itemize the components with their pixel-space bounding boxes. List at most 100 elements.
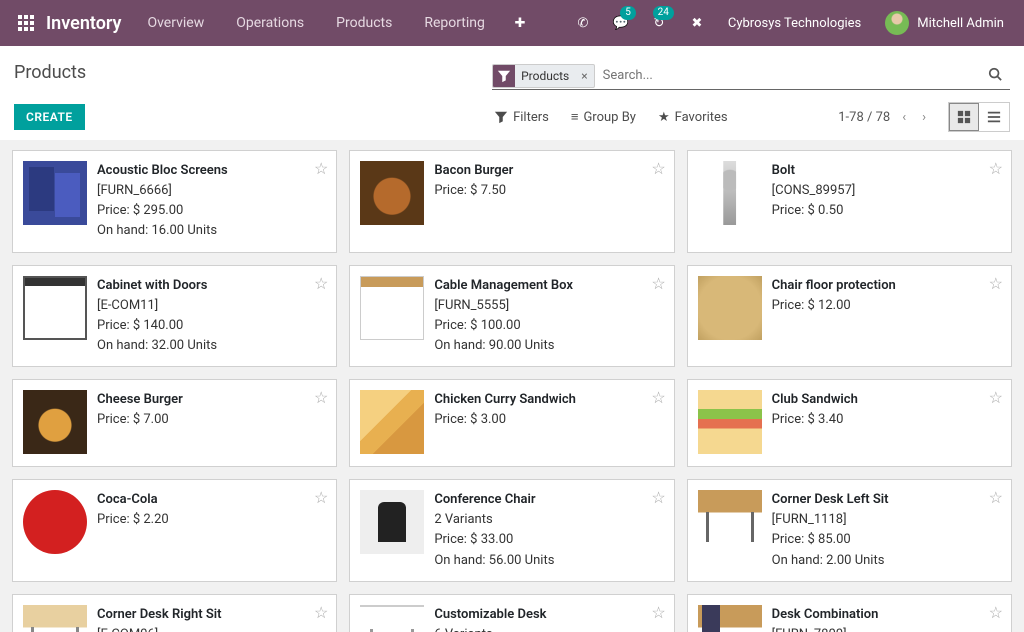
kanban-view-button[interactable] (949, 103, 979, 131)
product-card[interactable]: Bacon BurgerPrice: $ 7.50 ☆ (349, 150, 674, 253)
pager-prev[interactable]: ‹ (898, 108, 910, 127)
topbar: Inventory Overview Operations Products R… (0, 0, 1024, 46)
search-chip: Products × (492, 64, 595, 88)
product-body: Corner Desk Left Sit[FURN_1118]Price: $ … (772, 490, 1001, 571)
grid-icon (957, 110, 971, 124)
product-price: Price: $ 7.50 (434, 181, 663, 201)
product-card[interactable]: Desk Combination[FURN_7800]Price: $ 450.… (687, 594, 1012, 632)
product-thumb (698, 390, 762, 454)
product-name: Desk Combination (772, 605, 1001, 625)
product-card[interactable]: Conference Chair2 VariantsPrice: $ 33.00… (349, 479, 674, 582)
favorite-star-icon[interactable]: ☆ (651, 603, 665, 622)
product-card[interactable]: Chicken Curry SandwichPrice: $ 3.00 ☆ (349, 379, 674, 467)
product-price: Price: $ 3.00 (434, 410, 663, 430)
company-switch[interactable]: Cybrosys Technologies (718, 16, 871, 31)
favorite-star-icon[interactable]: ☆ (651, 488, 665, 507)
product-name: Cheese Burger (97, 390, 326, 410)
product-ref: [E-COM11] (97, 296, 326, 316)
list-icon: ≡ (571, 109, 579, 125)
product-card[interactable]: Cabinet with Doors[E-COM11]Price: $ 140.… (12, 265, 337, 368)
favorite-star-icon[interactable]: ☆ (989, 388, 1003, 407)
product-ref: [E-COM06] (97, 625, 326, 632)
phone-icon[interactable]: ✆ (566, 0, 600, 46)
product-thumb (698, 161, 762, 225)
pager: 1-78 / 78 ‹ › (838, 108, 930, 127)
favorite-star-icon[interactable]: ☆ (989, 488, 1003, 507)
product-thumb (360, 161, 424, 225)
product-price: Price: $ 0.50 (772, 201, 1001, 221)
product-card[interactable]: Chair floor protectionPrice: $ 12.00☆ (687, 265, 1012, 368)
favorites-button[interactable]: ★ Favorites (658, 109, 728, 125)
favorite-star-icon[interactable]: ☆ (989, 603, 1003, 622)
plus-icon[interactable]: ✚ (503, 0, 537, 46)
product-name: Chair floor protection (772, 276, 1001, 296)
favorite-star-icon[interactable]: ☆ (314, 488, 328, 507)
product-onhand: On hand: 2.00 Units (772, 551, 1001, 571)
list-view-button[interactable] (979, 103, 1009, 131)
product-price: Price: $ 100.00 (434, 316, 663, 336)
product-card[interactable]: Acoustic Bloc Screens[FURN_6666]Price: $… (12, 150, 337, 253)
favorite-star-icon[interactable]: ☆ (989, 159, 1003, 178)
favorite-star-icon[interactable]: ☆ (314, 159, 328, 178)
product-name: Acoustic Bloc Screens (97, 161, 326, 181)
user-menu[interactable]: Mitchell Admin (875, 11, 1014, 35)
favorite-star-icon[interactable]: ☆ (651, 274, 665, 293)
product-name: Corner Desk Right Sit (97, 605, 326, 625)
favorite-star-icon[interactable]: ☆ (314, 274, 328, 293)
product-name: Corner Desk Left Sit (772, 490, 1001, 510)
nav-overview[interactable]: Overview (133, 0, 218, 46)
product-onhand: On hand: 90.00 Units (434, 336, 663, 356)
apps-icon[interactable] (18, 15, 34, 31)
filters-button[interactable]: Filters (494, 109, 549, 125)
product-ref: [CONS_89957] (772, 181, 1001, 201)
product-body: Bolt[CONS_89957]Price: $ 0.50 (772, 161, 1001, 242)
product-card[interactable]: Cheese BurgerPrice: $ 7.00☆ (12, 379, 337, 467)
kanban-grid: Acoustic Bloc Screens[FURN_6666] Price: $… (12, 150, 1012, 632)
product-name: Conference Chair (434, 490, 663, 510)
product-ref: [FURN_1118] (772, 510, 1001, 530)
pager-next[interactable]: › (918, 108, 930, 127)
product-body: Acoustic Bloc Screens[FURN_6666]Price: $… (97, 161, 326, 242)
nav-operations[interactable]: Operations (222, 0, 318, 46)
messages-icon[interactable]: 💬5 (604, 0, 638, 46)
search-input[interactable] (595, 62, 980, 89)
tools-icon[interactable]: ✖ (680, 0, 714, 46)
product-name: Chicken Curry Sandwich (434, 390, 663, 410)
chip-remove[interactable]: × (575, 69, 593, 83)
favorite-star-icon[interactable]: ☆ (314, 603, 328, 622)
nav-reporting[interactable]: Reporting (410, 0, 499, 46)
product-card[interactable]: Corner Desk Right Sit[E-COM06]Price: $ 1… (12, 594, 337, 632)
product-ref: 6 Variants (434, 625, 663, 632)
product-name: Coca-Cola (97, 490, 326, 510)
control-panel: Products Products × CREATE (0, 46, 1024, 140)
product-price: Price: $ 140.00 (97, 316, 326, 336)
nav-products[interactable]: Products (322, 0, 406, 46)
product-card[interactable]: Club SandwichPrice: $ 3.40☆ (687, 379, 1012, 467)
avatar (885, 11, 909, 35)
favorite-star-icon[interactable]: ☆ (651, 159, 665, 178)
product-ref: [FURN_6666] (97, 181, 326, 201)
favorite-star-icon[interactable]: ☆ (314, 388, 328, 407)
product-price: Price: $ 85.00 (772, 530, 1001, 550)
product-card[interactable]: Customizable Desk6 VariantsPrice: $ 750.… (349, 594, 674, 632)
product-name: Bacon Burger (434, 161, 663, 181)
content-area: Acoustic Bloc Screens[FURN_6666] Price: $… (0, 140, 1024, 632)
product-name: Cabinet with Doors (97, 276, 326, 296)
product-card[interactable]: Coca-ColaPrice: $ 2.20☆ (12, 479, 337, 582)
view-title: Products (14, 62, 492, 83)
search-button[interactable] (980, 63, 1010, 89)
product-card[interactable]: Corner Desk Left Sit[FURN_1118]Price: $ … (687, 479, 1012, 582)
product-body: Chair floor protectionPrice: $ 12.00 (772, 276, 1001, 357)
product-thumb (23, 161, 87, 225)
product-onhand: On hand: 16.00 Units (97, 221, 326, 241)
product-card[interactable]: Bolt[CONS_89957]Price: $ 0.50☆ (687, 150, 1012, 253)
product-thumb (23, 276, 87, 340)
product-onhand: On hand: 32.00 Units (97, 336, 326, 356)
product-card[interactable]: Cable Management Box[FURN_5555]Price: $ … (349, 265, 674, 368)
groupby-button[interactable]: ≡ Group By (571, 109, 636, 125)
activities-icon[interactable]: ↻24 (642, 0, 676, 46)
favorite-star-icon[interactable]: ☆ (651, 388, 665, 407)
favorite-star-icon[interactable]: ☆ (989, 274, 1003, 293)
product-thumb (360, 276, 424, 340)
create-button[interactable]: CREATE (14, 104, 85, 130)
